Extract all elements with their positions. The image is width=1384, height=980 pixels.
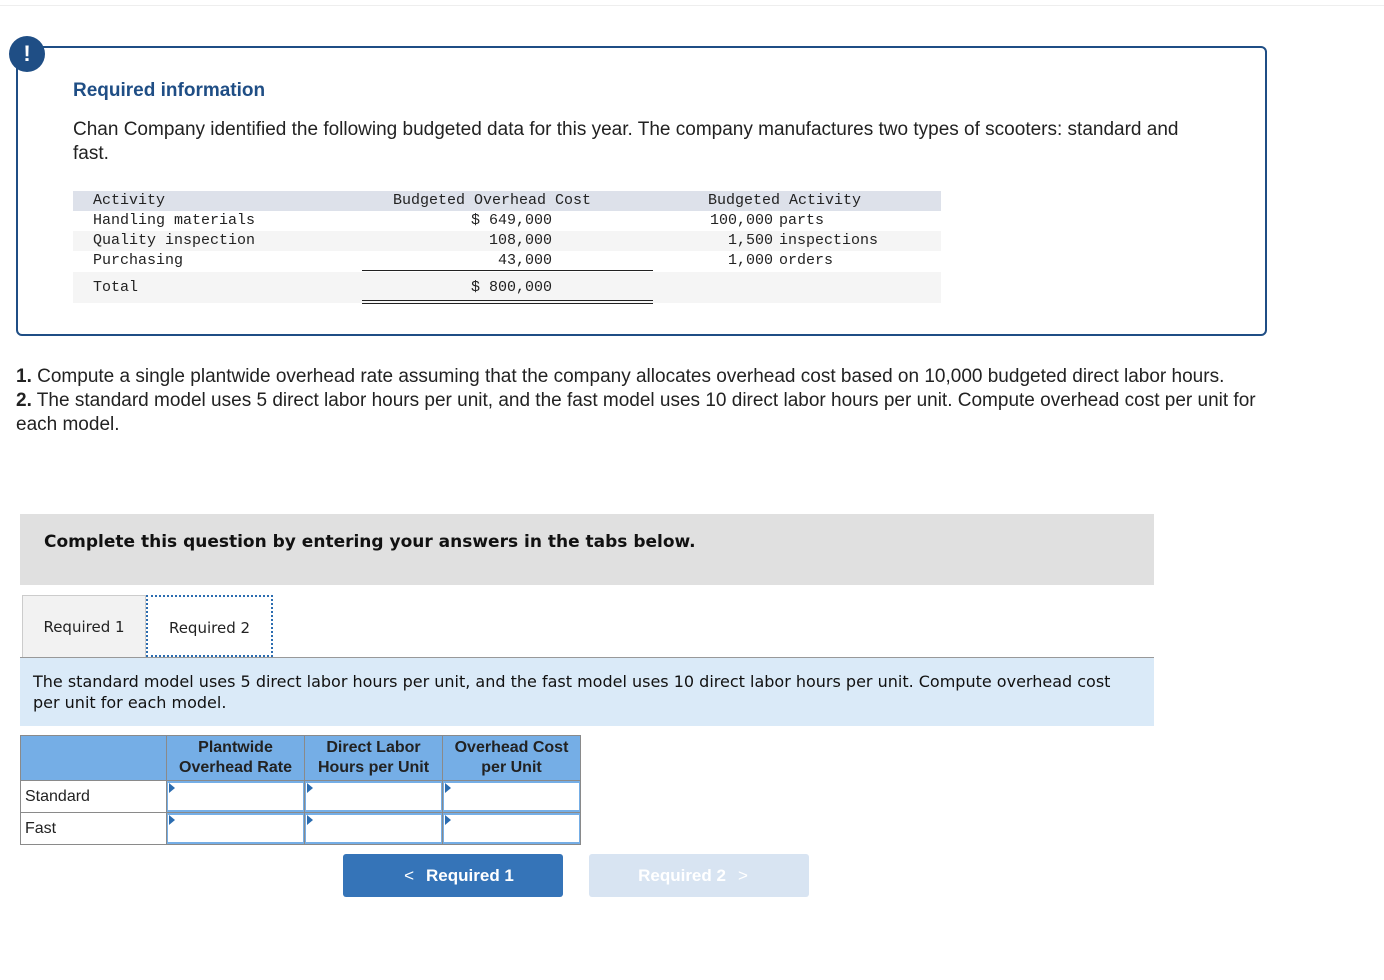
standard-dl-hours-input[interactable]	[306, 783, 441, 810]
next-required-2-button[interactable]: Required 2 >	[589, 854, 809, 897]
answer-header-row: Plantwide Overhead Rate Direct Labor Hours…	[20, 735, 581, 781]
input-flag-icon	[307, 783, 313, 793]
banner-text: Complete this question by entering your …	[44, 532, 696, 552]
row-label: Fast	[20, 812, 167, 845]
cell	[442, 812, 581, 845]
activity-amount: 1,500	[727, 232, 773, 249]
header-line: Plantwide	[198, 739, 273, 756]
activity-amount: 100,000	[709, 212, 773, 229]
question-1: 1. Compute a single plantwide overhead r…	[16, 365, 1256, 389]
total-cost: $ 800,000	[470, 279, 552, 296]
question-text: The standard model uses 5 direct labor h…	[16, 390, 1256, 435]
header-cost: Budgeted Overhead Cost	[393, 192, 592, 209]
header-line: per Unit	[481, 759, 542, 776]
cell	[166, 780, 305, 813]
activity-name: Purchasing	[93, 252, 184, 269]
tab-instruction: The standard model uses 5 direct labor h…	[20, 658, 1154, 726]
activity-cost: 108,000	[488, 232, 552, 249]
standard-overhead-per-unit-input[interactable]	[444, 783, 579, 810]
header-line: Hours per Unit	[317, 759, 430, 776]
total-label: Total	[93, 279, 139, 296]
answer-row-standard: Standard	[20, 780, 581, 813]
input-flag-icon	[169, 783, 175, 793]
header-blank	[20, 735, 167, 781]
total-double-underline	[362, 303, 653, 304]
answer-row-fast: Fast	[20, 812, 581, 845]
tab-required-2[interactable]: Required 2	[146, 595, 273, 657]
prev-required-1-button[interactable]: < Required 1	[343, 854, 563, 897]
next-button-label: Required 2	[638, 866, 726, 885]
info-title: Required information	[73, 80, 266, 101]
activity-unit: orders	[779, 252, 834, 269]
budget-total-row: Total $ 800,000	[73, 272, 941, 303]
header-overhead-per-unit: Overhead Cost per Unit	[442, 735, 581, 781]
header-plantwide-rate: Plantwide Overhead Rate	[166, 735, 305, 781]
budget-row: Quality inspection 108,000 1,500 inspect…	[73, 231, 941, 251]
activity-name: Handling materials	[93, 212, 256, 229]
cell	[304, 812, 443, 845]
budget-header-row: Activity Budgeted Overhead Cost Budgeted…	[73, 191, 941, 211]
instruction-text: The standard model uses 5 direct labor h…	[33, 672, 1111, 712]
questions: 1. Compute a single plantwide overhead r…	[16, 365, 1256, 437]
budget-row: Handling materials $ 649,000 100,000 par…	[73, 211, 941, 231]
subtotal-underline	[362, 270, 653, 271]
input-flag-icon	[445, 815, 451, 825]
header-dl-hours: Direct Labor Hours per Unit	[304, 735, 443, 781]
row-label: Standard	[20, 780, 167, 813]
header-activity: Activity	[93, 192, 166, 209]
activity-cost: $ 649,000	[470, 212, 552, 229]
activity-cost: 43,000	[497, 252, 552, 269]
budget-table: Activity Budgeted Overhead Cost Budgeted…	[73, 191, 941, 303]
cell	[304, 780, 443, 813]
answer-table: Plantwide Overhead Rate Direct Labor Hours…	[20, 735, 581, 845]
input-flag-icon	[307, 815, 313, 825]
activity-unit: inspections	[779, 232, 879, 249]
header-budgeted-activity: Budgeted Activity	[708, 192, 862, 209]
activity-name: Quality inspection	[93, 232, 256, 249]
instructions-banner: Complete this question by entering your …	[20, 514, 1154, 585]
activity-unit: parts	[779, 212, 825, 229]
fast-dl-hours-input[interactable]	[306, 815, 441, 842]
total-double-underline	[362, 300, 653, 301]
header-line: Overhead Rate	[179, 759, 292, 776]
info-text: Chan Company identified the following bu…	[73, 119, 1179, 164]
budget-row: Purchasing 43,000 1,000 orders	[73, 251, 941, 271]
activity-amount: 1,000	[727, 252, 773, 269]
input-flag-icon	[445, 783, 451, 793]
top-divider	[0, 5, 1384, 6]
chevron-left-icon: <	[404, 866, 415, 885]
header-line: Direct Labor	[326, 739, 421, 756]
standard-plantwide-rate-input[interactable]	[168, 783, 303, 810]
cell	[166, 812, 305, 845]
cell	[442, 780, 581, 813]
tab-required-1[interactable]: Required 1	[22, 595, 146, 657]
question-number: 1.	[16, 366, 32, 387]
header-line: Overhead Cost	[454, 739, 569, 756]
alert-icon: !	[9, 36, 45, 72]
fast-overhead-per-unit-input[interactable]	[444, 815, 579, 842]
question-text: Compute a single plantwide overhead rate…	[31, 366, 1225, 387]
fast-plantwide-rate-input[interactable]	[168, 815, 303, 842]
input-flag-icon	[169, 815, 175, 825]
chevron-right-icon: >	[737, 866, 748, 885]
question-number: 2.	[16, 390, 32, 411]
question-2: 2. The standard model uses 5 direct labo…	[16, 389, 1256, 437]
prev-button-label: Required 1	[426, 866, 514, 885]
